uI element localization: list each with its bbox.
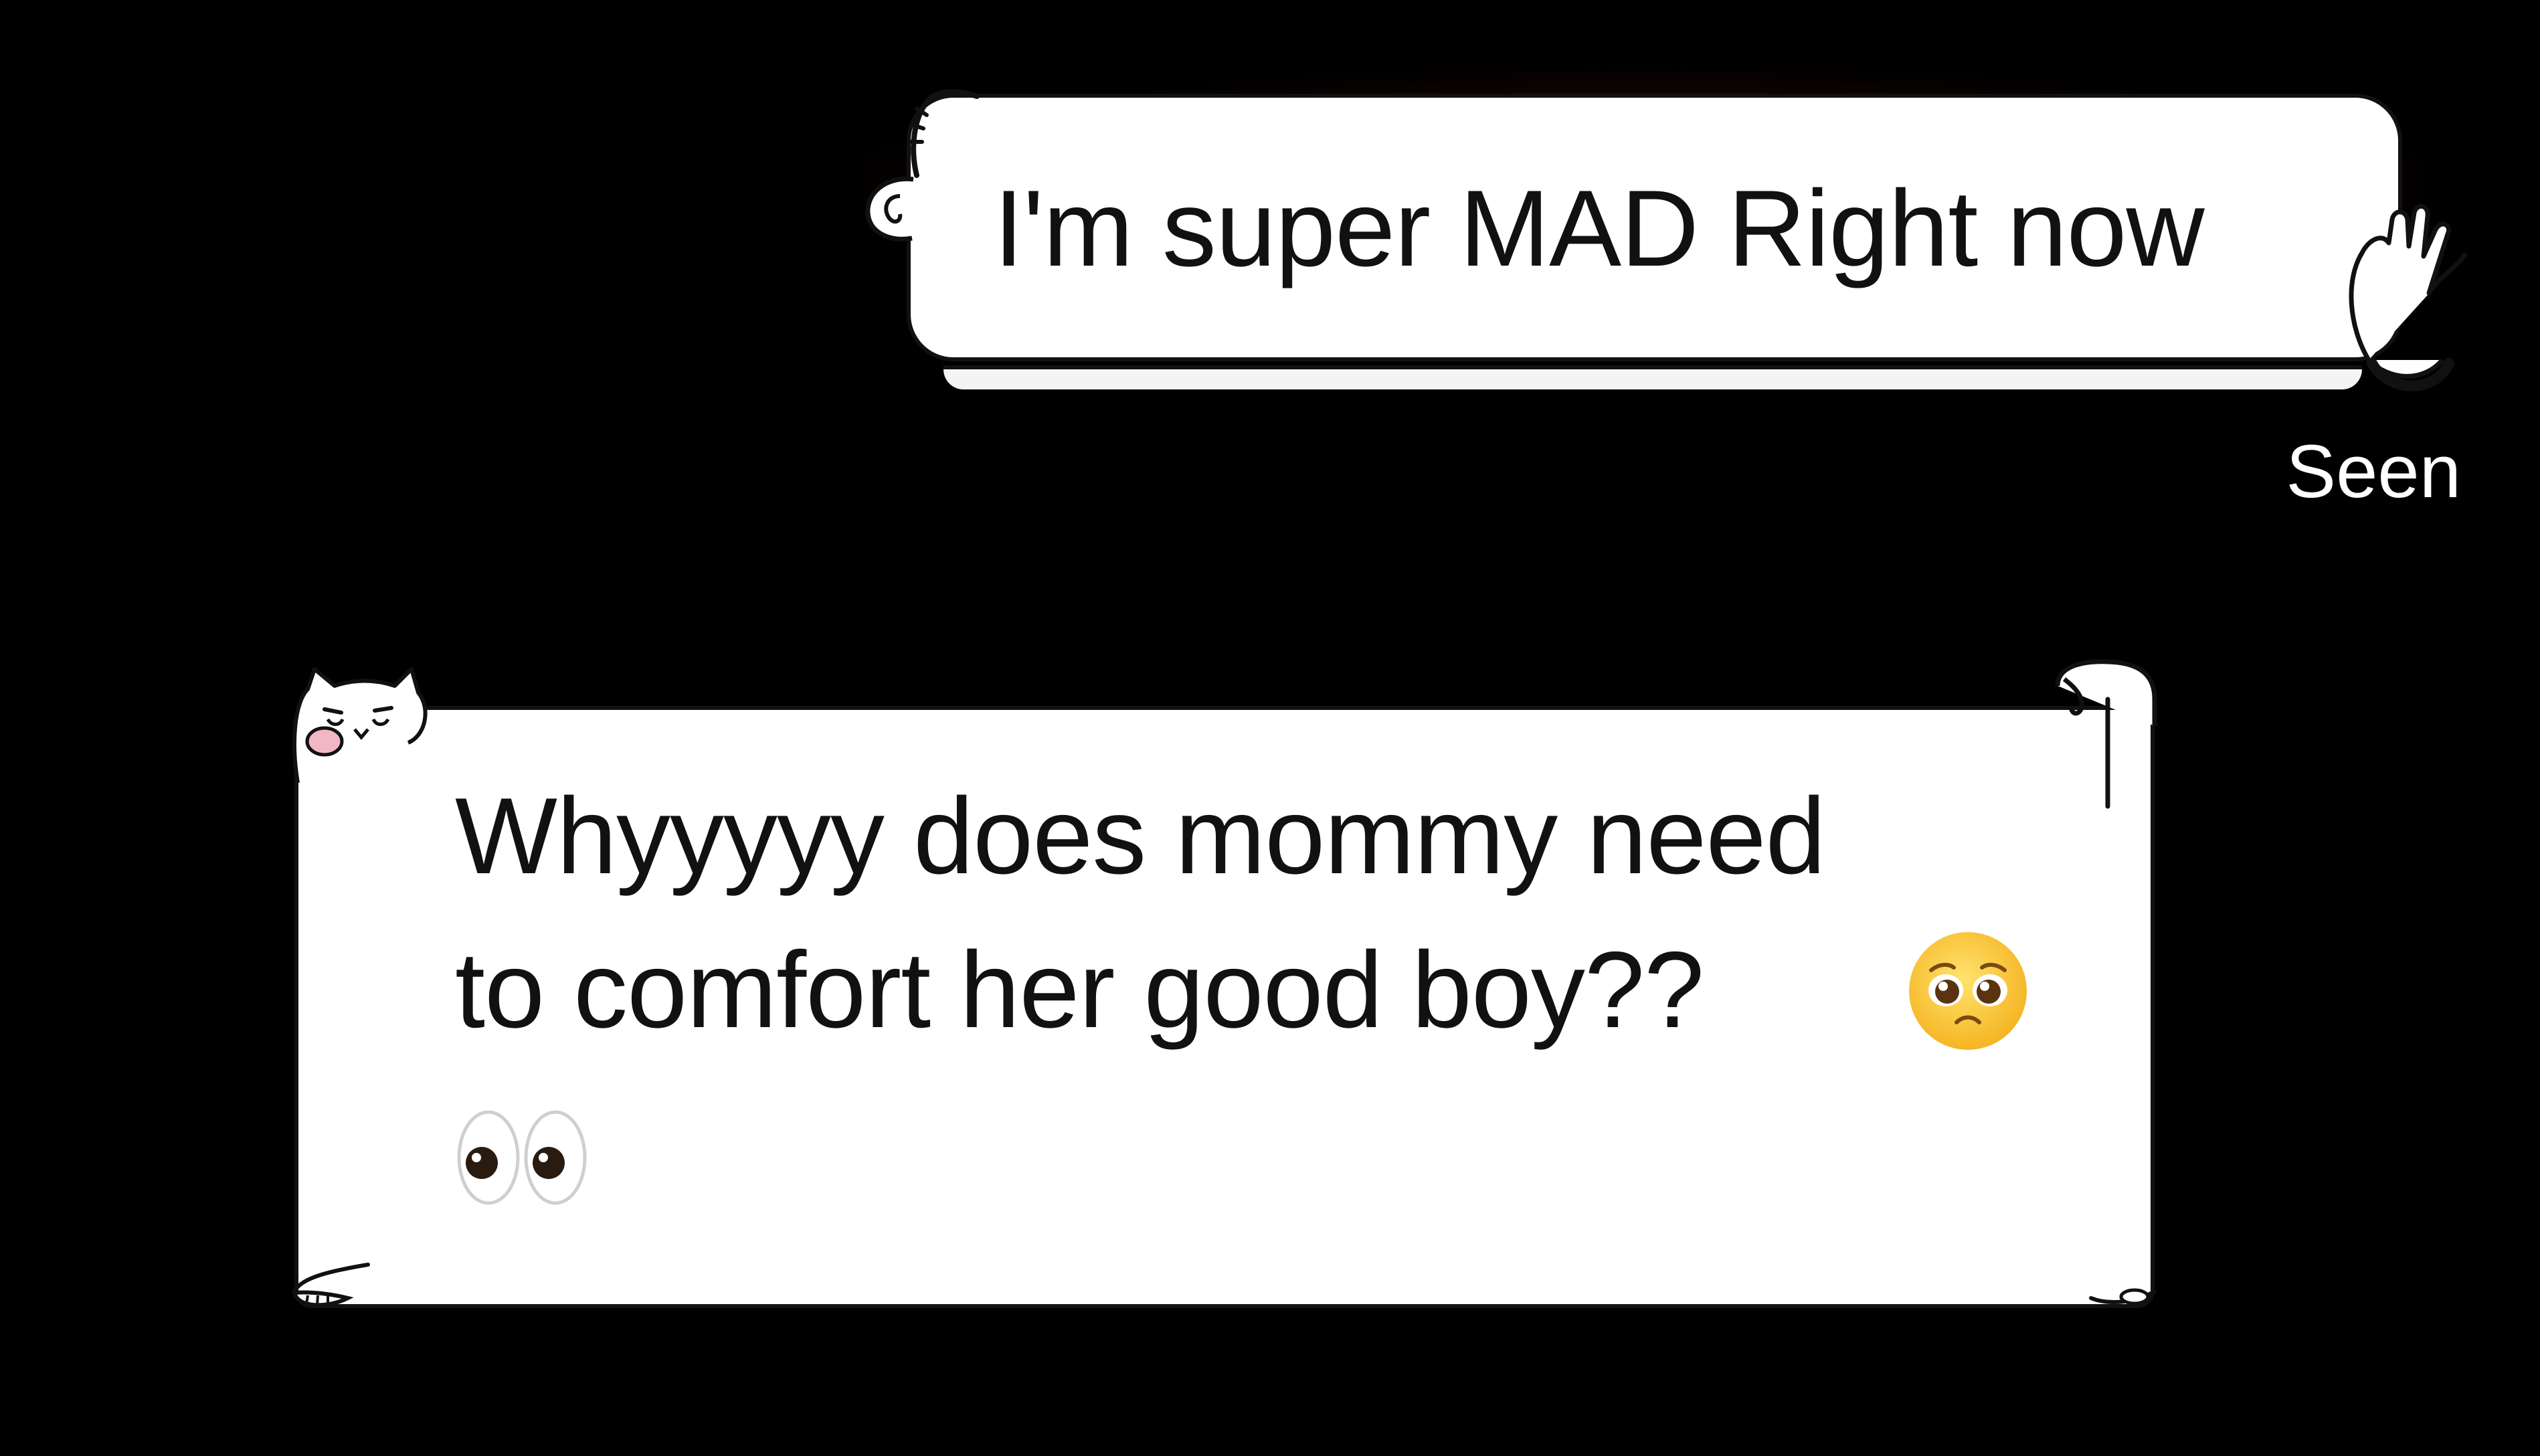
arm-doodle-icon [2055, 659, 2157, 809]
message-status-seen: Seen [2286, 430, 2461, 513]
foot-doodle-icon [292, 1263, 370, 1307]
sent-bubble-underline [943, 365, 2362, 389]
cat-doodle-icon [292, 667, 428, 784]
hair-doodle-icon [908, 89, 980, 178]
paw-doodle-icon [2089, 1288, 2157, 1305]
received-message-line-2: to comfort her good boy?? [455, 929, 1704, 1051]
received-message-line-1: Whyyyyy does mommy need [455, 776, 1826, 897]
pleading-face-emoji-icon [1909, 932, 2027, 1050]
eyes-emoji-icon [457, 1110, 587, 1205]
ear-doodle-icon [865, 176, 914, 242]
waving-hand-doodle-icon [2349, 204, 2468, 391]
sent-message-text: I'm super MAD Right now [994, 168, 2205, 289]
